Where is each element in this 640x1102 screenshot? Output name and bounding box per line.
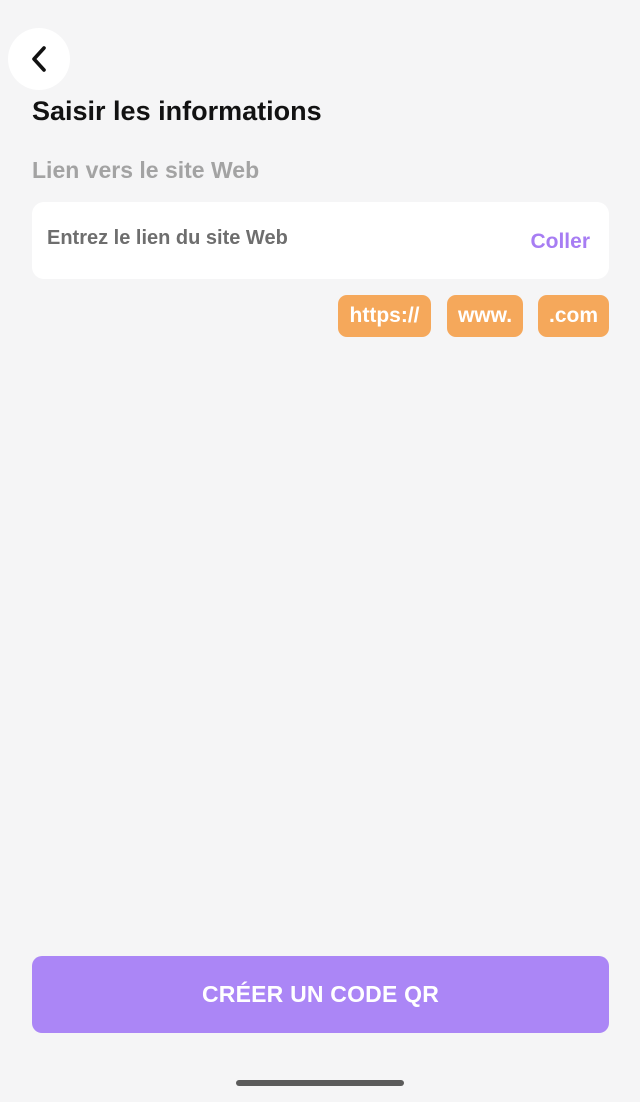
- website-link-input[interactable]: [47, 200, 487, 277]
- paste-button[interactable]: Coller: [530, 203, 590, 280]
- com-suffix-chip[interactable]: .com: [538, 295, 609, 337]
- www-prefix-chip[interactable]: www.: [447, 295, 523, 337]
- create-qr-code-button[interactable]: CRÉER UN CODE QR: [32, 956, 609, 1033]
- back-button[interactable]: [8, 28, 70, 90]
- website-link-label: Lien vers le site Web: [32, 157, 260, 183]
- chevron-left-icon: [28, 44, 50, 74]
- https-prefix-chip[interactable]: https://: [338, 295, 431, 337]
- website-link-card: Coller: [32, 200, 609, 280]
- home-indicator: [236, 1080, 404, 1086]
- page-title: Saisir les informations: [32, 96, 322, 126]
